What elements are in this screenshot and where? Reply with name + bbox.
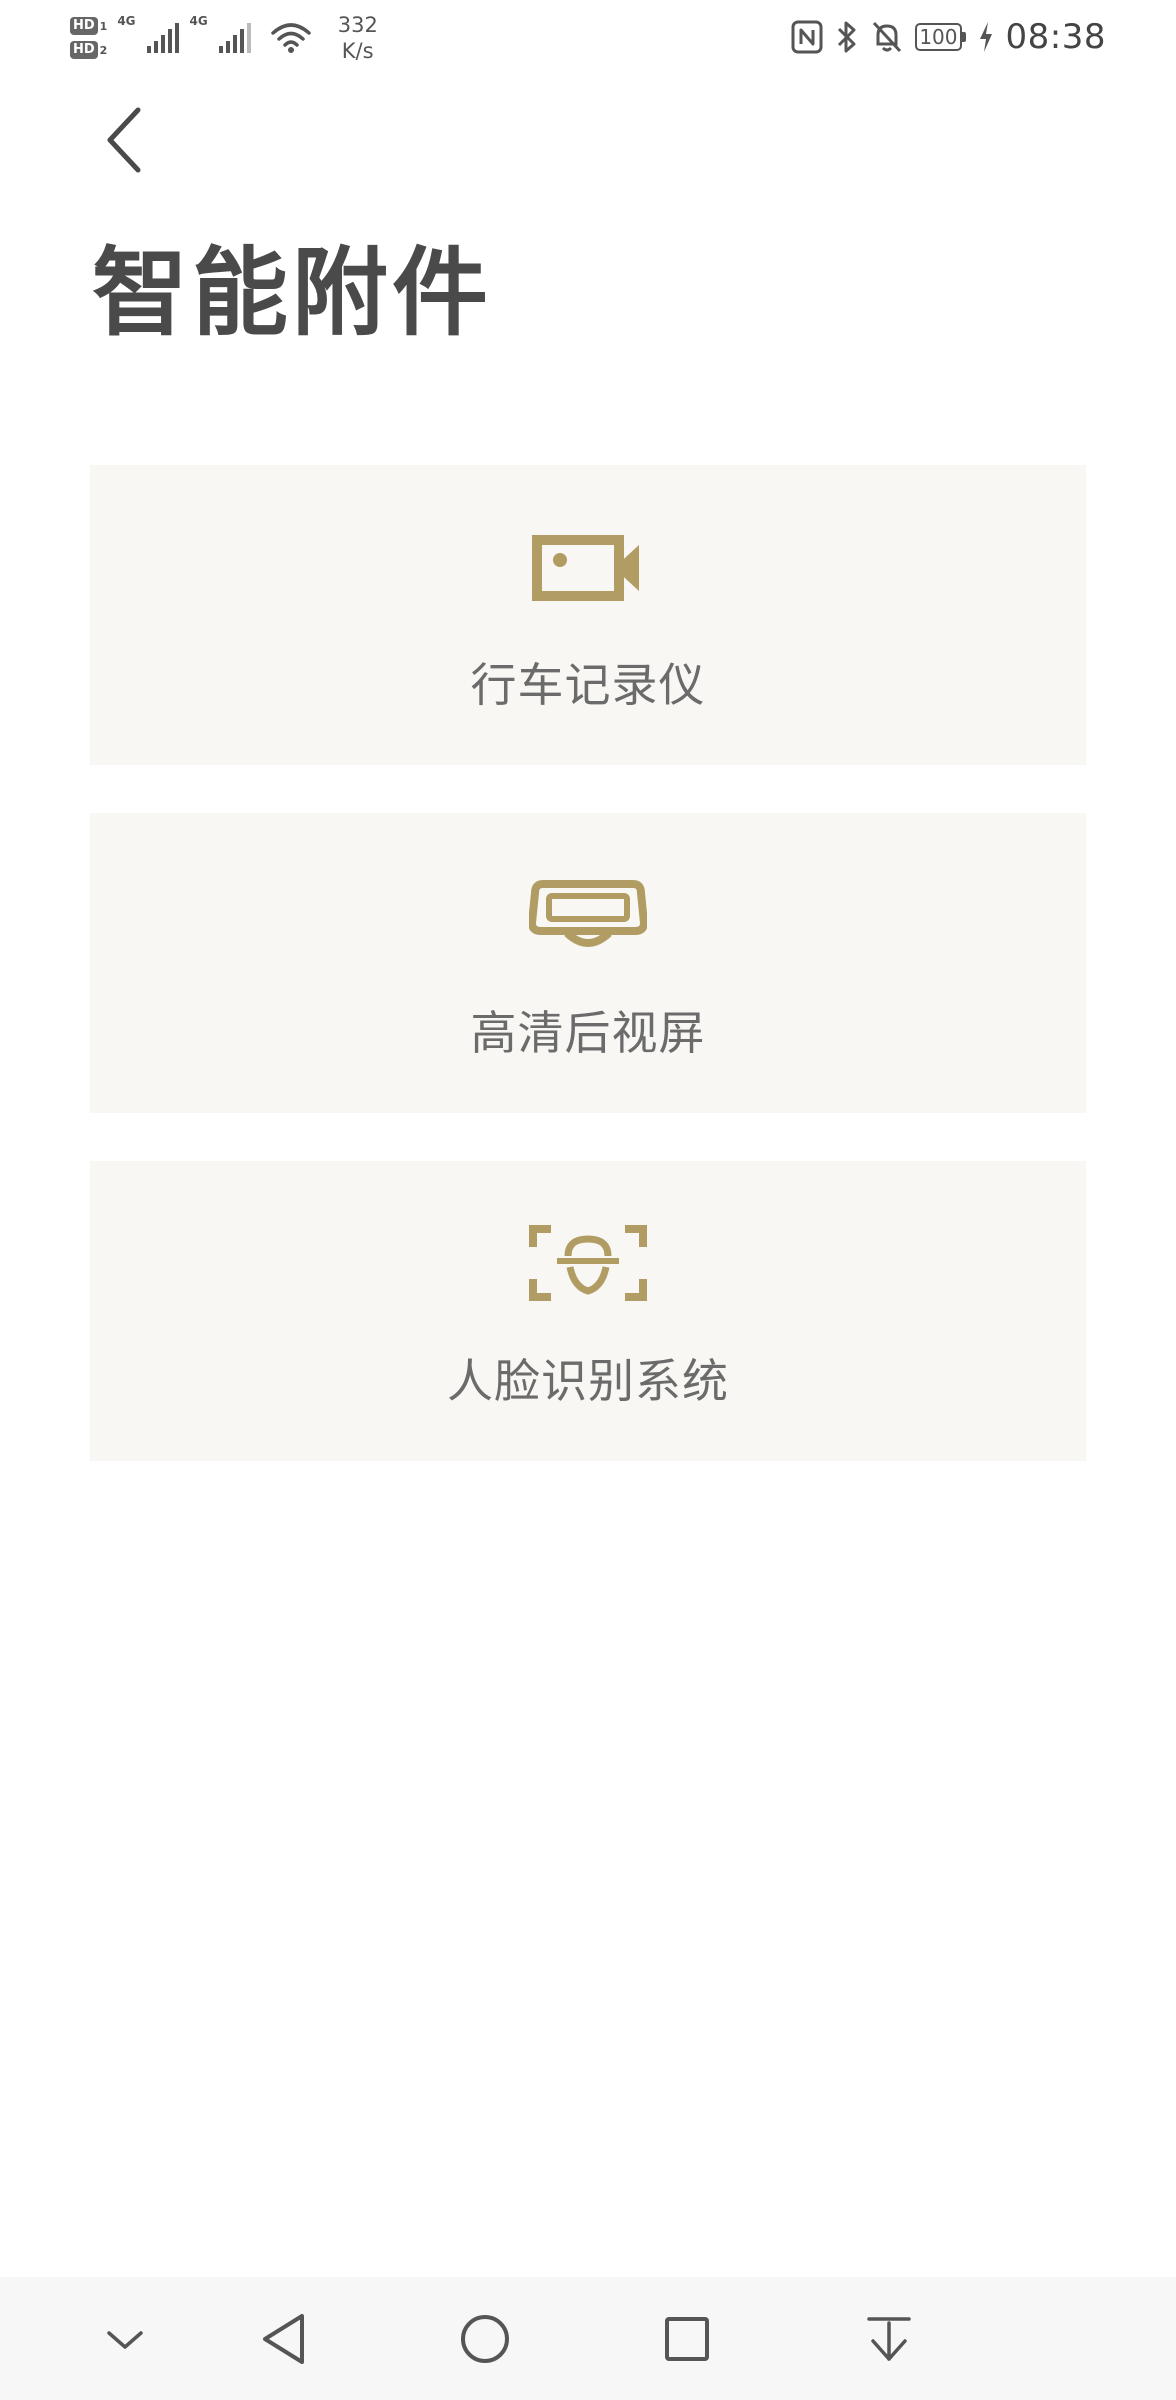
recents-nav-button[interactable] bbox=[647, 2299, 727, 2379]
sim-indicators: HD 1 HD 2 bbox=[70, 17, 107, 59]
page-title: 智能附件 bbox=[92, 237, 492, 349]
bluetooth-icon bbox=[838, 21, 856, 53]
status-bar-left: HD 1 HD 2 4G 4G 332 K/s bbox=[70, 6, 378, 70]
collapse-nav-button[interactable] bbox=[85, 2299, 165, 2379]
system-navigation-bar bbox=[0, 2277, 1176, 2400]
notification-pull-button[interactable] bbox=[849, 2299, 929, 2379]
face-scan-icon bbox=[529, 1225, 647, 1301]
smart-accessories-screen: HD 1 HD 2 4G 4G 332 K/s 100 08:38 智能附件 行… bbox=[0, 0, 1176, 2400]
sim2-hd-label: HD bbox=[70, 41, 98, 59]
back-nav-button[interactable] bbox=[245, 2299, 325, 2379]
accessory-label: 人脸识别系统 bbox=[447, 1354, 729, 1408]
accessory-card-dash-cam[interactable]: 行车记录仪 bbox=[90, 465, 1086, 765]
battery-tip bbox=[961, 32, 966, 42]
signal2-icon bbox=[218, 23, 251, 53]
sim1-hd-label: HD bbox=[70, 17, 98, 35]
accessory-card-face-recognition[interactable]: 人脸识别系统 bbox=[90, 1161, 1086, 1461]
back-triangle-icon bbox=[263, 2314, 304, 2364]
sim2-hd-badge: HD 2 bbox=[70, 41, 107, 59]
battery-level: 100 bbox=[915, 23, 962, 51]
accessory-card-rearview-screen[interactable]: 高清后视屏 bbox=[90, 813, 1086, 1113]
status-bar-right: 100 08:38 bbox=[791, 10, 1106, 64]
collapse-icon bbox=[107, 2331, 143, 2349]
rearview-screen-icon bbox=[529, 880, 647, 947]
speed-value: 332 bbox=[337, 13, 378, 37]
recents-square-icon bbox=[665, 2317, 709, 2361]
home-circle-icon bbox=[461, 2315, 509, 2363]
video-camera-icon bbox=[532, 535, 639, 601]
chevron-left-icon bbox=[107, 107, 141, 173]
back-button[interactable] bbox=[96, 100, 152, 180]
speed-unit: K/s bbox=[341, 39, 374, 63]
bell-off-icon bbox=[873, 21, 902, 53]
accessory-label: 高清后视屏 bbox=[470, 1006, 706, 1060]
sim2-index: 2 bbox=[99, 43, 108, 57]
sim1-index: 1 bbox=[99, 19, 108, 33]
clock: 08:38 bbox=[1005, 17, 1106, 57]
notification-pull-icon bbox=[867, 2317, 911, 2361]
accessory-label: 行车记录仪 bbox=[470, 658, 706, 712]
nfc-icon bbox=[791, 20, 823, 54]
charging-icon bbox=[979, 22, 992, 52]
battery-icon: 100 bbox=[915, 23, 966, 51]
network2-label: 4G bbox=[189, 14, 208, 28]
wifi-icon bbox=[270, 23, 311, 53]
home-nav-button[interactable] bbox=[445, 2299, 525, 2379]
status-bar: HD 1 HD 2 4G 4G 332 K/s 100 08:38 bbox=[0, 0, 1176, 72]
sim1-hd-badge: HD 1 bbox=[70, 17, 107, 35]
network1-label: 4G bbox=[117, 14, 136, 28]
network-speed: 332 K/s bbox=[338, 12, 378, 64]
signal1-icon bbox=[146, 23, 179, 53]
